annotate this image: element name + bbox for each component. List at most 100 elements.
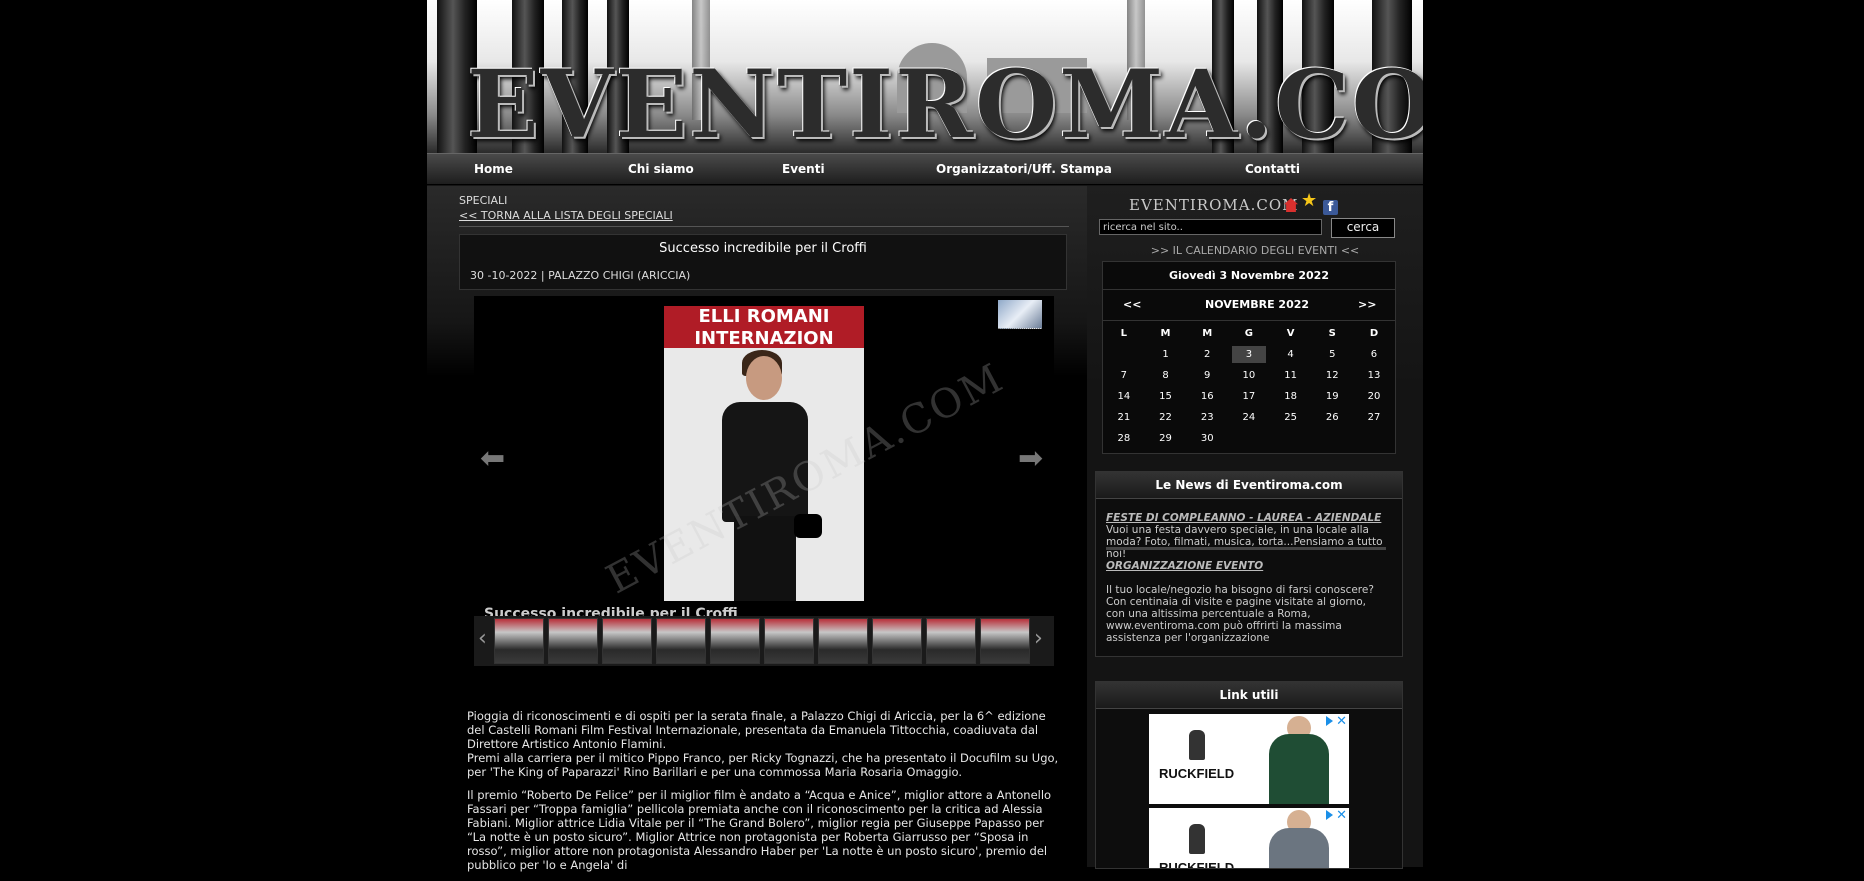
calendar-day[interactable]: 16 [1186, 386, 1228, 407]
gallery-thumbnail[interactable] [602, 618, 652, 664]
gallery-thumbnail[interactable] [710, 618, 760, 664]
search-input[interactable] [1099, 219, 1322, 235]
calendar-day[interactable]: 13 [1353, 365, 1395, 386]
news-item-title[interactable]: FESTE DI COMPLEANNO - LAUREA - AZIENDALE [1106, 512, 1386, 524]
calendar-day[interactable]: 29 [1145, 428, 1187, 449]
calendar-day[interactable]: 18 [1270, 386, 1312, 407]
photo-backdrop-banner: ELLI ROMANI INTERNAZION [664, 306, 864, 349]
calendar-day[interactable]: 6 [1353, 344, 1395, 365]
site-logo[interactable]: EVENTIROMA.COM [467, 58, 1423, 152]
news-separator [1106, 547, 1386, 550]
gallery-thumbnail[interactable] [494, 618, 544, 664]
calendar-day[interactable]: 4 [1270, 344, 1312, 365]
ad-shirt-image [1269, 734, 1329, 804]
events-calendar: Giovedì 3 Novembre 2022 << NOVEMBRE 2022… [1102, 261, 1396, 454]
news-panel: Le News di Eventiroma.com FESTE DI COMPL… [1095, 471, 1403, 657]
section-label: SPECIALI [459, 194, 508, 207]
calendar-day[interactable]: 17 [1228, 386, 1270, 407]
gallery-next-arrow-icon[interactable]: ➡ [1018, 441, 1043, 476]
nav-home[interactable]: Home [474, 162, 513, 176]
calendar-current-date: Giovedì 3 Novembre 2022 [1103, 262, 1395, 290]
calendar-weekday: G [1244, 328, 1254, 339]
calendar-day[interactable]: 19 [1311, 386, 1353, 407]
calendar-day-today[interactable]: 3 [1232, 346, 1266, 363]
nav-organizzatori[interactable]: Organizzatori/Uff. Stampa [936, 162, 1112, 176]
calendar-day[interactable]: 11 [1270, 365, 1312, 386]
calendar-day[interactable]: 1 [1145, 344, 1187, 365]
ad-choices-icon[interactable] [1326, 810, 1333, 820]
article-paragraph: Il premio “Roberto De Felice” per il mig… [467, 788, 1052, 872]
ad-choices-icon[interactable] [1326, 716, 1333, 726]
article-meta: 30 -10-2022 | PALAZZO CHIGI (ARICCIA) [470, 269, 691, 282]
nav-contatti[interactable]: Contatti [1245, 162, 1300, 176]
gallery-thumbnail[interactable] [926, 618, 976, 664]
news-item-text: Il tuo locale/negozio ha bisogno di fars… [1106, 584, 1374, 644]
site-container: EVENTIROMA.COM Home Chi siamo Eventi Org… [427, 0, 1423, 872]
ad-close-icon[interactable]: ✕ [1336, 714, 1347, 729]
article-paragraph: Pioggia di riconoscimenti e di ospiti pe… [467, 709, 1059, 779]
main-content: SPECIALI << TORNA ALLA LISTA DEGLI SPECI… [427, 186, 1087, 872]
calendar-day[interactable]: 10 [1228, 365, 1270, 386]
back-to-list-link[interactable]: << TORNA ALLA LISTA DEGLI SPECIALI [459, 209, 673, 222]
facebook-icon[interactable]: f [1323, 200, 1338, 215]
photo-subject-bag [794, 514, 822, 538]
calendar-day[interactable]: 27 [1353, 407, 1395, 428]
ad-close-icon[interactable]: ✕ [1336, 808, 1347, 823]
calendar-day[interactable]: 2 [1186, 344, 1228, 365]
calendar-next-button[interactable]: >> [1358, 298, 1376, 311]
calendar-day[interactable]: 24 [1228, 407, 1270, 428]
article-body: Pioggia di riconoscimenti e di ospiti pe… [467, 709, 1065, 881]
search-button[interactable]: cerca [1331, 218, 1395, 238]
calendar-day[interactable]: 14 [1103, 386, 1145, 407]
news-item-text: Vuoi una festa davvero speciale, in una … [1106, 524, 1383, 560]
gallery-thumbnail[interactable] [980, 618, 1030, 664]
calendar-day[interactable]: 26 [1311, 407, 1353, 428]
gallery-thumbnail[interactable] [764, 618, 814, 664]
calendar-day[interactable]: 25 [1270, 407, 1312, 428]
calendar-weekday: S [1328, 328, 1336, 339]
calendar-day[interactable]: 15 [1145, 386, 1187, 407]
calendar-weekday: M [1160, 328, 1171, 339]
divider [459, 226, 1069, 227]
gallery-prev-arrow-icon[interactable]: ⬅ [480, 441, 505, 476]
ruckfield-logo-icon [1189, 730, 1205, 760]
calendar-day[interactable]: 9 [1186, 365, 1228, 386]
site-header-banner[interactable]: EVENTIROMA.COM [427, 0, 1423, 153]
calendar-day[interactable]: 12 [1311, 365, 1353, 386]
calendar-month-label: NOVEMBRE 2022 [1205, 298, 1310, 311]
gallery-thumbnail-strip: ‹ › [474, 616, 1054, 666]
calendar-day[interactable]: 8 [1145, 365, 1187, 386]
ad-banner[interactable]: RUCKFIELD ✕ [1149, 808, 1349, 868]
ad-shirt-image [1269, 828, 1329, 868]
calendar-grid: L M M G V S D 1 2 3 4 5 6 7 8 9 10 11 12 13 14 15 16 17 18 19 20 21… [1103, 321, 1395, 453]
useful-links-panel: Link utili RUCKFIELD ✕ RUCKFIELD ✕ [1095, 681, 1403, 869]
calendar-link[interactable]: >> IL CALENDARIO DEGLI EVENTI << [1087, 244, 1423, 257]
gallery-3d-view-icon[interactable] [998, 300, 1042, 329]
calendar-day[interactable]: 23 [1186, 407, 1228, 428]
thumb-prev-icon[interactable]: ‹ [478, 626, 487, 651]
gallery-thumbnail[interactable] [656, 618, 706, 664]
nav-eventi[interactable]: Eventi [782, 162, 825, 176]
ad-banner[interactable]: RUCKFIELD ✕ [1149, 714, 1349, 804]
ad-brand: RUCKFIELD [1159, 766, 1235, 781]
news-panel-title: Le News di Eventiroma.com [1096, 472, 1402, 499]
calendar-day[interactable]: 30 [1186, 428, 1228, 449]
article-header: Successo incredibile per il Croffi 30 -1… [459, 234, 1067, 290]
calendar-day[interactable]: 28 [1103, 428, 1145, 449]
calendar-prev-button[interactable]: << [1123, 298, 1141, 311]
news-item-title[interactable]: ORGANIZZAZIONE EVENTO [1106, 560, 1386, 572]
calendar-day[interactable]: 7 [1103, 365, 1145, 386]
calendar-day[interactable]: 20 [1353, 386, 1395, 407]
gallery-thumbnail[interactable] [818, 618, 868, 664]
calendar-day[interactable]: 22 [1145, 407, 1187, 428]
gallery-thumbnail[interactable] [548, 618, 598, 664]
gallery-thumbnail[interactable] [872, 618, 922, 664]
calendar-weekday: V [1286, 328, 1295, 339]
thumb-next-icon[interactable]: › [1034, 626, 1043, 651]
nav-chi-siamo[interactable]: Chi siamo [628, 162, 694, 176]
calendar-day[interactable]: 21 [1103, 407, 1145, 428]
star-icon[interactable]: ★ [1301, 192, 1317, 210]
article-title: Successo incredibile per il Croffi [659, 241, 867, 256]
sidebar-logo[interactable]: EVENTIROMA.COM [1129, 196, 1298, 214]
calendar-day[interactable]: 5 [1311, 344, 1353, 365]
